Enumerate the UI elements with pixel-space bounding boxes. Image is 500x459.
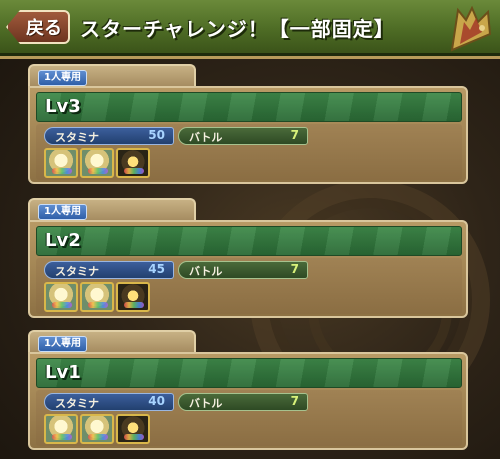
stamina-label: スタミナ <box>55 397 99 410</box>
monster-list <box>44 414 150 444</box>
solo-only-badge: 1人専用 <box>38 70 87 86</box>
info-area: スタミナ 40 バトル 7 <box>36 390 462 446</box>
light-monster-icon <box>44 282 78 312</box>
dungeon-card-lv2[interactable]: 1人専用 Lv2 スタミナ 45 バトル 7 <box>28 198 468 318</box>
stamina-box: スタミナ 50 <box>44 127 174 145</box>
level-band: Lv3 <box>36 92 462 122</box>
info-area: スタミナ 50 バトル 7 <box>36 124 462 180</box>
back-button[interactable]: 戻る <box>6 10 70 44</box>
info-area: スタミナ 45 バトル 7 <box>36 258 462 314</box>
dark-monster-icon <box>116 414 150 444</box>
stamina-box: スタミナ 40 <box>44 393 174 411</box>
stamina-value: 40 <box>148 394 165 408</box>
stamina-value: 45 <box>148 262 165 276</box>
dungeon-card-lv1[interactable]: 1人専用 Lv1 スタミナ 40 バトル 7 <box>28 330 468 450</box>
stamina-label: スタミナ <box>55 265 99 278</box>
stamina-value: 50 <box>148 128 165 142</box>
battle-value: 7 <box>290 128 299 142</box>
battle-label: バトル <box>189 131 223 144</box>
level-band: Lv1 <box>36 358 462 388</box>
light-monster-icon <box>44 148 78 178</box>
light-monster-icon <box>80 148 114 178</box>
card-panel: Lv2 スタミナ 45 バトル 7 <box>28 220 468 318</box>
card-panel: Lv3 スタミナ 50 バトル 7 <box>28 86 468 184</box>
level-label: Lv2 <box>45 230 81 251</box>
card-panel: Lv1 スタミナ 40 バトル 7 <box>28 352 468 450</box>
stamina-box: スタミナ 45 <box>44 261 174 279</box>
battle-box: バトル 7 <box>178 261 308 279</box>
battle-value: 7 <box>290 262 299 276</box>
page-title: スターチャレンジ！【一部固定】 <box>80 17 395 41</box>
solo-only-badge: 1人専用 <box>38 204 87 220</box>
battle-label: バトル <box>189 265 223 278</box>
dungeon-card-lv3[interactable]: 1人専用 Lv3 スタミナ 50 バトル 7 <box>28 64 468 184</box>
level-label: Lv3 <box>45 96 81 117</box>
monster-list <box>44 282 150 312</box>
battle-label: バトル <box>189 397 223 410</box>
level-band: Lv2 <box>36 226 462 256</box>
solo-only-badge: 1人専用 <box>38 336 87 352</box>
battle-box: バトル 7 <box>178 127 308 145</box>
light-monster-icon <box>44 414 78 444</box>
light-monster-icon <box>80 282 114 312</box>
battle-box: バトル 7 <box>178 393 308 411</box>
stamina-label: スタミナ <box>55 131 99 144</box>
light-monster-icon <box>80 414 114 444</box>
level-label: Lv1 <box>45 362 81 383</box>
dragon-wing-icon <box>450 5 492 52</box>
dark-monster-icon <box>116 148 150 178</box>
monster-list <box>44 148 150 178</box>
dark-monster-icon <box>116 282 150 312</box>
battle-value: 7 <box>290 394 299 408</box>
header-bar: 戻る スターチャレンジ！【一部固定】 <box>0 0 500 59</box>
